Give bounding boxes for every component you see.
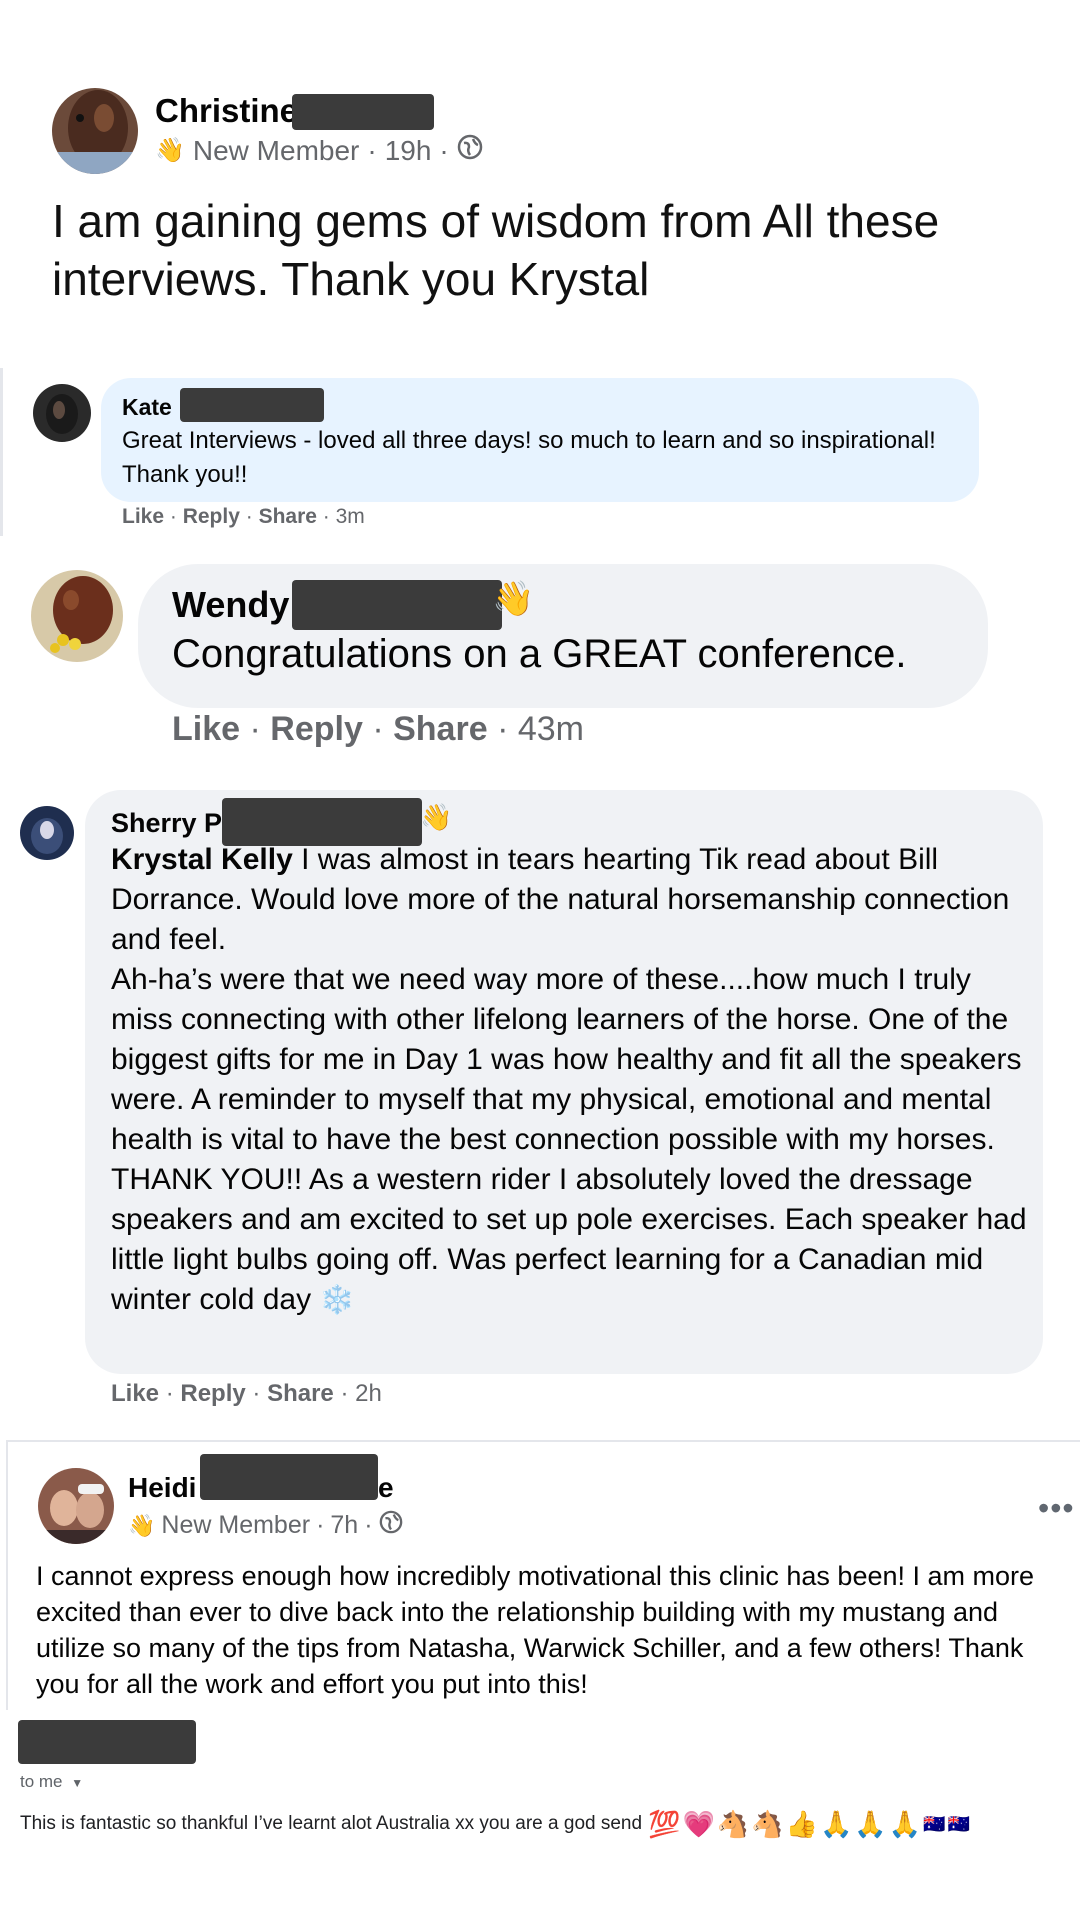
author-name[interactable]: Heidi [128, 1472, 196, 1504]
redaction-bar [292, 580, 502, 630]
avatar-christine[interactable] [52, 88, 138, 174]
share-button[interactable]: Share [259, 505, 317, 528]
post-time[interactable]: 19h [385, 135, 432, 167]
redaction-bar [292, 94, 434, 130]
comment-actions: Like · Reply · Share · 3m [122, 505, 365, 529]
comment-sherry: Sherry P 👋 Krystal Kelly I was almost in… [0, 790, 1080, 1430]
thumbs-up-icon: 👍 [785, 1809, 818, 1839]
praying-hands-icon: 🙏 [888, 1809, 922, 1839]
separator: · [249, 710, 271, 748]
redaction-bar [18, 1720, 196, 1764]
post-meta: 👋 New Member · 7h · [128, 1510, 403, 1541]
separator: · [367, 134, 377, 166]
praying-hands-icon: 🙏 [854, 1809, 887, 1839]
comment-text: Krystal Kelly I was almost in tears hear… [111, 840, 1027, 1320]
separator: · [245, 505, 259, 528]
comment-text-part2: Ah-ha’s were that we need way more of th… [111, 963, 1027, 1316]
reply-button[interactable]: Reply [180, 1380, 245, 1407]
like-button[interactable]: Like [111, 1380, 159, 1407]
like-button[interactable]: Like [172, 710, 240, 748]
globe-icon [457, 134, 483, 167]
post-text: I am gaining gems of wisdom from All the… [52, 195, 940, 305]
avatar-sherry[interactable] [20, 806, 74, 860]
recipient-label: to me [20, 1772, 63, 1791]
post-text: I cannot express enough how incredibly m… [36, 1561, 1035, 1699]
horse-icon: 🐴 [716, 1809, 750, 1839]
separator: · [439, 134, 449, 166]
globe-icon [379, 1510, 403, 1541]
separator: · [372, 710, 394, 748]
share-button[interactable]: Share [393, 710, 488, 748]
email-text: This is fantastic so thankful I’ve learn… [20, 1813, 643, 1834]
avatar-wendy[interactable] [31, 570, 123, 662]
share-button[interactable]: Share [267, 1380, 334, 1407]
reply-button[interactable]: Reply [183, 505, 240, 528]
email-message: to me ▼ This is fantastic so thankful I’… [0, 1720, 1080, 1920]
praying-hands-icon: 🙏 [819, 1809, 853, 1839]
separator: · [316, 1511, 325, 1539]
waving-hand-icon: 👋 [492, 580, 535, 618]
recipient-dropdown[interactable]: to me ▼ [20, 1772, 83, 1792]
post-heidi: Heidi e 👋 New Member · 7h · ••• I cannot… [0, 1440, 1080, 1720]
emoji-row: 💯 💗 🐴 🐴 👍 🙏 🙏 🙏 🇦🇺 🇦🇺 [648, 1811, 970, 1837]
comment-time[interactable]: 3m [336, 505, 365, 528]
comment-kate: Kate Great Interviews - loved all three … [0, 368, 1080, 538]
member-badge[interactable]: New Member [193, 135, 359, 167]
more-options-icon[interactable]: ••• [1038, 1490, 1075, 1527]
comment-author[interactable]: Kate [122, 394, 172, 421]
separator: · [497, 710, 518, 748]
email-body: This is fantastic so thankful I’ve learn… [20, 1811, 970, 1837]
hundred-points-icon: 💯 [648, 1809, 681, 1839]
comment-text: Great Interviews - loved all three days!… [122, 427, 936, 488]
like-button[interactable]: Like [122, 505, 164, 528]
separator: · [322, 505, 336, 528]
redaction-bar [222, 798, 422, 846]
comment-actions: Like · Reply · Share · 2h [111, 1380, 382, 1408]
separator: · [165, 1380, 181, 1407]
separator: · [340, 1380, 356, 1407]
australia-flag-icon: 🇦🇺 [947, 1814, 970, 1834]
post-meta: 👋 New Member · 19h · [155, 134, 483, 167]
comment-text: Congratulations on a GREAT conference. [172, 632, 907, 676]
post-time[interactable]: 7h [330, 1511, 358, 1540]
comment-author[interactable]: Wendy [172, 584, 289, 626]
separator: · [364, 1511, 373, 1539]
thread-line [0, 368, 3, 536]
comment-time[interactable]: 2h [355, 1380, 382, 1407]
caret-down-icon: ▼ [71, 1776, 84, 1790]
post-christine: Christine 👋 New Member · 19h · I am gain… [0, 80, 1080, 310]
waving-hand-icon: 👋 [128, 1512, 156, 1538]
mention-link[interactable]: Krystal Kelly [111, 843, 293, 876]
australia-flag-icon: 🇦🇺 [923, 1814, 946, 1834]
reply-button[interactable]: Reply [270, 710, 363, 748]
member-badge[interactable]: New Member [161, 1511, 310, 1540]
heart-icon: 💗 [682, 1809, 715, 1839]
comment-author[interactable]: Sherry P [111, 808, 222, 839]
waving-hand-icon: 👋 [155, 136, 185, 164]
comment-actions: Like · Reply · Share · 43m [172, 710, 584, 749]
horse-icon: 🐴 [751, 1809, 784, 1839]
comment-time[interactable]: 43m [518, 710, 584, 748]
redaction-bar [180, 388, 324, 422]
separator: · [252, 1380, 268, 1407]
author-name[interactable]: Christine [155, 92, 298, 130]
redaction-bar [200, 1454, 378, 1500]
comment-wendy: Wendy 👋 Congratulations on a GREAT confe… [0, 560, 1080, 760]
avatar-kate[interactable] [33, 384, 91, 442]
avatar-heidi[interactable] [38, 1468, 114, 1544]
snowflake-emoji: ❄️ [319, 1284, 355, 1315]
author-name-tail: e [378, 1472, 394, 1503]
separator: · [169, 505, 183, 528]
waving-hand-icon: 👋 [420, 802, 453, 832]
